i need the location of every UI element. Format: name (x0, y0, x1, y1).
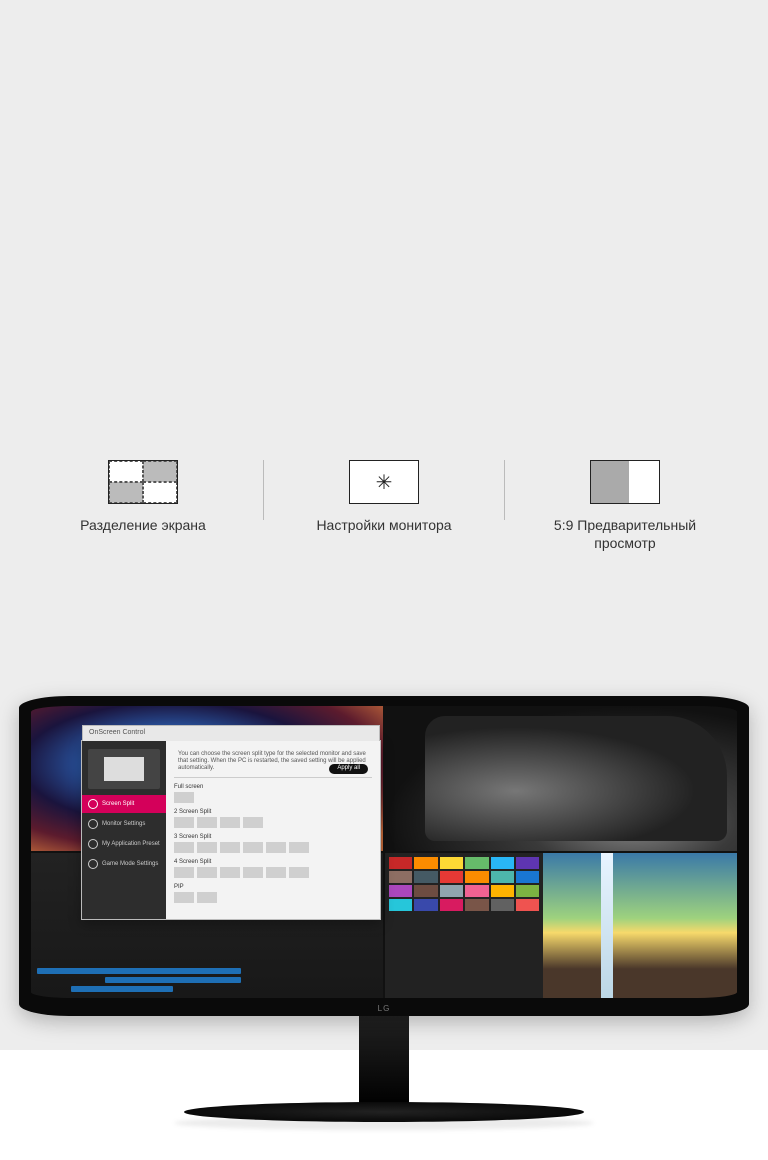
dialog-title: OnScreen Control (89, 729, 145, 736)
color-swatch (414, 885, 437, 897)
color-swatch (491, 871, 514, 883)
color-swatch (389, 857, 412, 869)
layout-option[interactable] (243, 867, 263, 878)
feature-screen-split: Разделение экрана (43, 460, 243, 534)
color-swatch (516, 857, 539, 869)
layout-option[interactable] (174, 867, 194, 878)
onscreen-control-dialog: OnScreen Control Screen Split Monitor Se… (81, 740, 381, 920)
nav-monitor-settings[interactable]: Monitor Settings (82, 815, 166, 833)
apply-button[interactable]: Apply all (329, 764, 368, 773)
color-swatch (465, 857, 488, 869)
layout-option[interactable] (289, 842, 309, 853)
color-swatch (491, 899, 514, 911)
layout-option[interactable] (197, 867, 217, 878)
color-swatch (389, 899, 412, 911)
quadrant-color-grade (385, 853, 737, 998)
color-swatch (516, 871, 539, 883)
layout-option[interactable] (220, 867, 240, 878)
layout-option[interactable] (174, 842, 194, 853)
divider (504, 460, 505, 520)
feature-row: Разделение экрана ✳ Настройки монитора 5… (0, 460, 768, 552)
screen-split-icon (108, 460, 178, 504)
feature-monitor-settings: ✳ Настройки монитора (284, 460, 484, 534)
feature-label: Настройки монитора (316, 516, 451, 534)
color-swatch (414, 899, 437, 911)
feature-5-9-preview: 5:9 Предварительный просмотр (525, 460, 725, 552)
color-swatch (440, 885, 463, 897)
layout-option[interactable] (174, 792, 194, 803)
layout-option[interactable] (289, 867, 309, 878)
color-swatch (516, 899, 539, 911)
section-full: Full screen (174, 784, 372, 790)
section-three: 3 Screen Split (174, 834, 372, 840)
color-swatch (414, 857, 437, 869)
feature-label: 5:9 Предварительный просмотр (535, 516, 715, 552)
layout-option[interactable] (266, 842, 286, 853)
monitor: OnScreen Control Screen Split Monitor Se… (19, 696, 749, 1130)
color-swatch (465, 899, 488, 911)
color-swatch (491, 857, 514, 869)
layout-option[interactable] (174, 892, 194, 903)
layout-option[interactable] (197, 842, 217, 853)
layout-option[interactable] (174, 817, 194, 828)
layout-option[interactable] (243, 842, 263, 853)
layout-option[interactable] (243, 817, 263, 828)
layout-option[interactable] (220, 842, 240, 853)
layout-option[interactable] (197, 892, 217, 903)
color-swatch (440, 857, 463, 869)
nav-my-app-preset[interactable]: My Application Preset (82, 835, 166, 853)
monitor-preview-icon (88, 749, 160, 789)
monitor-shadow (174, 1116, 594, 1130)
section-pip: PIP (174, 884, 372, 890)
color-swatch (516, 885, 539, 897)
color-swatch (414, 871, 437, 883)
brand-logo: LG (378, 1004, 391, 1013)
color-swatch (440, 871, 463, 883)
layout-option[interactable] (266, 867, 286, 878)
brightness-icon: ✳ (349, 460, 419, 504)
color-swatch (389, 885, 412, 897)
color-swatch (465, 871, 488, 883)
monitor-screen: OnScreen Control Screen Split Monitor Se… (31, 706, 737, 998)
color-swatch (440, 899, 463, 911)
color-swatch (491, 885, 514, 897)
monitor-bezel: OnScreen Control Screen Split Monitor Se… (19, 696, 749, 1016)
color-swatch (465, 885, 488, 897)
section-four: 4 Screen Split (174, 859, 372, 865)
layout-option[interactable] (197, 817, 217, 828)
quadrant-car (385, 706, 737, 851)
divider (263, 460, 264, 520)
nav-screen-split[interactable]: Screen Split (82, 795, 166, 813)
preview-5-9-icon (590, 460, 660, 504)
dialog-description: You can choose the screen split type for… (174, 747, 372, 778)
layout-option[interactable] (220, 817, 240, 828)
dialog-titlebar: OnScreen Control (82, 725, 380, 741)
monitor-stand-neck (359, 1016, 409, 1106)
dialog-sidebar: Screen Split Monitor Settings My Applica… (82, 741, 166, 919)
dialog-main: You can choose the screen split type for… (166, 741, 380, 919)
section-two: 2 Screen Split (174, 809, 372, 815)
feature-label: Разделение экрана (80, 516, 206, 534)
nav-game-mode[interactable]: Game Mode Settings (82, 855, 166, 873)
color-swatch (389, 871, 412, 883)
